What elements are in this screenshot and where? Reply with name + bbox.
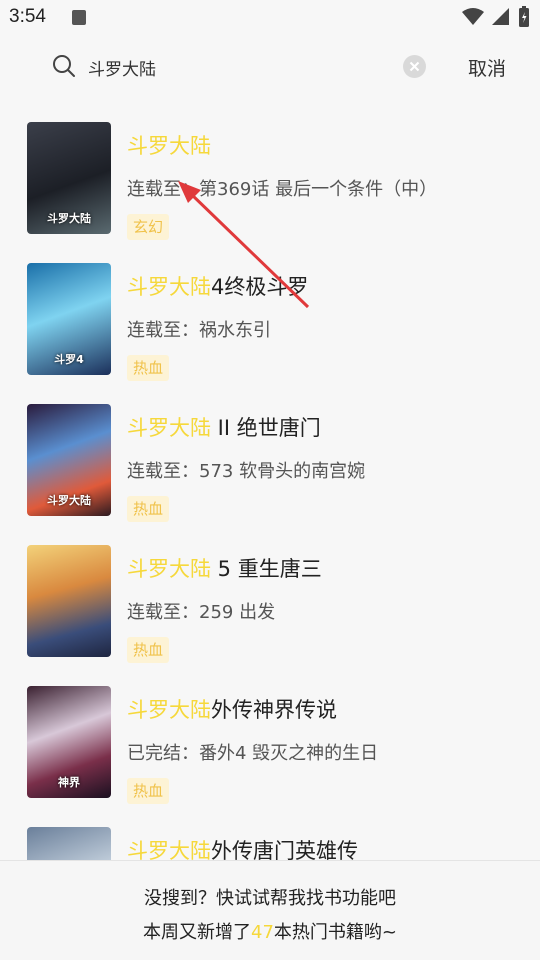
book-cover: 神界: [27, 686, 111, 798]
result-title: 斗罗大陆外传神界传说: [127, 694, 337, 724]
genre-tag: 热血: [127, 778, 170, 804]
battery-icon: [519, 6, 529, 27]
title-highlight: 斗罗大陆: [127, 557, 211, 581]
title-rest: II 绝世唐门: [211, 416, 321, 440]
banner-text-before: 本周又新增了: [143, 922, 251, 943]
title-rest: 外传神界传说: [211, 698, 337, 722]
genre-tag: 热血: [127, 637, 170, 663]
latest-chapter: 259 出发: [199, 602, 276, 623]
search-icon: [53, 55, 75, 77]
genre-tag: 热血: [127, 496, 170, 522]
title-highlight: 斗罗大陆: [127, 134, 211, 158]
latest-chapter: 第369话 最后一个条件（中）: [199, 179, 438, 200]
cover-title-art: 斗罗4: [54, 353, 84, 366]
status-icons: [462, 6, 530, 28]
banner-line-2: 本周又新增了47本热门书籍哟~: [0, 918, 540, 944]
status-prefix: 已完结：: [127, 743, 199, 764]
book-cover: 斗罗4: [27, 263, 111, 375]
result-status: 连载至：第369话 最后一个条件（中）: [127, 175, 437, 201]
cancel-button[interactable]: 取消: [468, 54, 506, 81]
cover-title-art: 斗罗大陆: [47, 212, 91, 225]
status-prefix: 连载至：: [127, 461, 199, 482]
result-title: 斗罗大陆 5 重生唐三: [127, 553, 322, 583]
book-cover: [27, 545, 111, 657]
notification-a-icon: [72, 10, 86, 25]
result-item[interactable]: 斗罗4 斗罗大陆4终极斗罗 连载至：祸水东引 热血: [0, 263, 540, 381]
title-highlight: 斗罗大陆: [127, 416, 211, 440]
genre-tag: 热血: [127, 355, 170, 381]
status-time: 3:54: [9, 6, 46, 27]
title-rest: 4终极斗罗: [211, 275, 309, 299]
result-item[interactable]: 神界 斗罗大陆外传神界传说 已完结：番外4 毁灭之神的生日 热血: [0, 686, 540, 804]
result-title: 斗罗大陆 II 绝世唐门: [127, 412, 321, 442]
search-bar: 取消: [0, 42, 540, 92]
latest-chapter: 祸水东引: [199, 320, 271, 341]
book-cover: 斗罗大陆: [27, 122, 111, 234]
new-books-count: 47: [251, 922, 274, 943]
book-cover: 斗罗大陆: [27, 404, 111, 516]
result-status: 已完结：番外4 毁灭之神的生日: [127, 739, 378, 765]
result-status: 连载至：259 出发: [127, 598, 275, 624]
latest-chapter: 573 软骨头的南宫婉: [199, 461, 366, 482]
genre-tag: 玄幻: [127, 214, 170, 240]
title-rest: 5 重生唐三: [211, 557, 322, 581]
title-highlight: 斗罗大陆: [127, 698, 211, 722]
status-bar: 3:54: [0, 0, 540, 36]
clear-search-icon[interactable]: [403, 55, 426, 78]
result-item[interactable]: 斗罗大陆 5 重生唐三 连载至：259 出发 热血: [0, 545, 540, 663]
title-highlight: 斗罗大陆: [127, 275, 211, 299]
wifi-icon: [462, 8, 484, 25]
result-item[interactable]: 斗罗大陆 斗罗大陆 II 绝世唐门 连载至：573 软骨头的南宫婉 热血: [0, 404, 540, 522]
result-item[interactable]: 斗罗大陆 斗罗大陆 连载至：第369话 最后一个条件（中） 玄幻: [0, 122, 540, 240]
status-prefix: 连载至：: [127, 602, 199, 623]
status-prefix: 连载至：: [127, 179, 199, 200]
status-prefix: 连载至：: [127, 320, 199, 341]
search-input[interactable]: [88, 51, 388, 83]
banner-line-1: 没搜到？快试试帮我找书功能吧: [144, 888, 396, 909]
find-book-banner[interactable]: 没搜到？快试试帮我找书功能吧 本周又新增了47本热门书籍哟~: [0, 860, 540, 960]
result-status: 连载至：祸水东引: [127, 316, 271, 342]
result-title: 斗罗大陆4终极斗罗: [127, 271, 308, 301]
latest-chapter: 番外4 毁灭之神的生日: [199, 743, 379, 764]
banner-text-after: 本热门书籍哟~: [273, 922, 397, 943]
result-title: 斗罗大陆: [127, 130, 211, 160]
signal-icon: [492, 8, 509, 25]
cover-title-art: 斗罗大陆: [47, 494, 91, 507]
result-status: 连载至：573 软骨头的南宫婉: [127, 457, 365, 483]
cover-title-art: 神界: [58, 776, 80, 789]
